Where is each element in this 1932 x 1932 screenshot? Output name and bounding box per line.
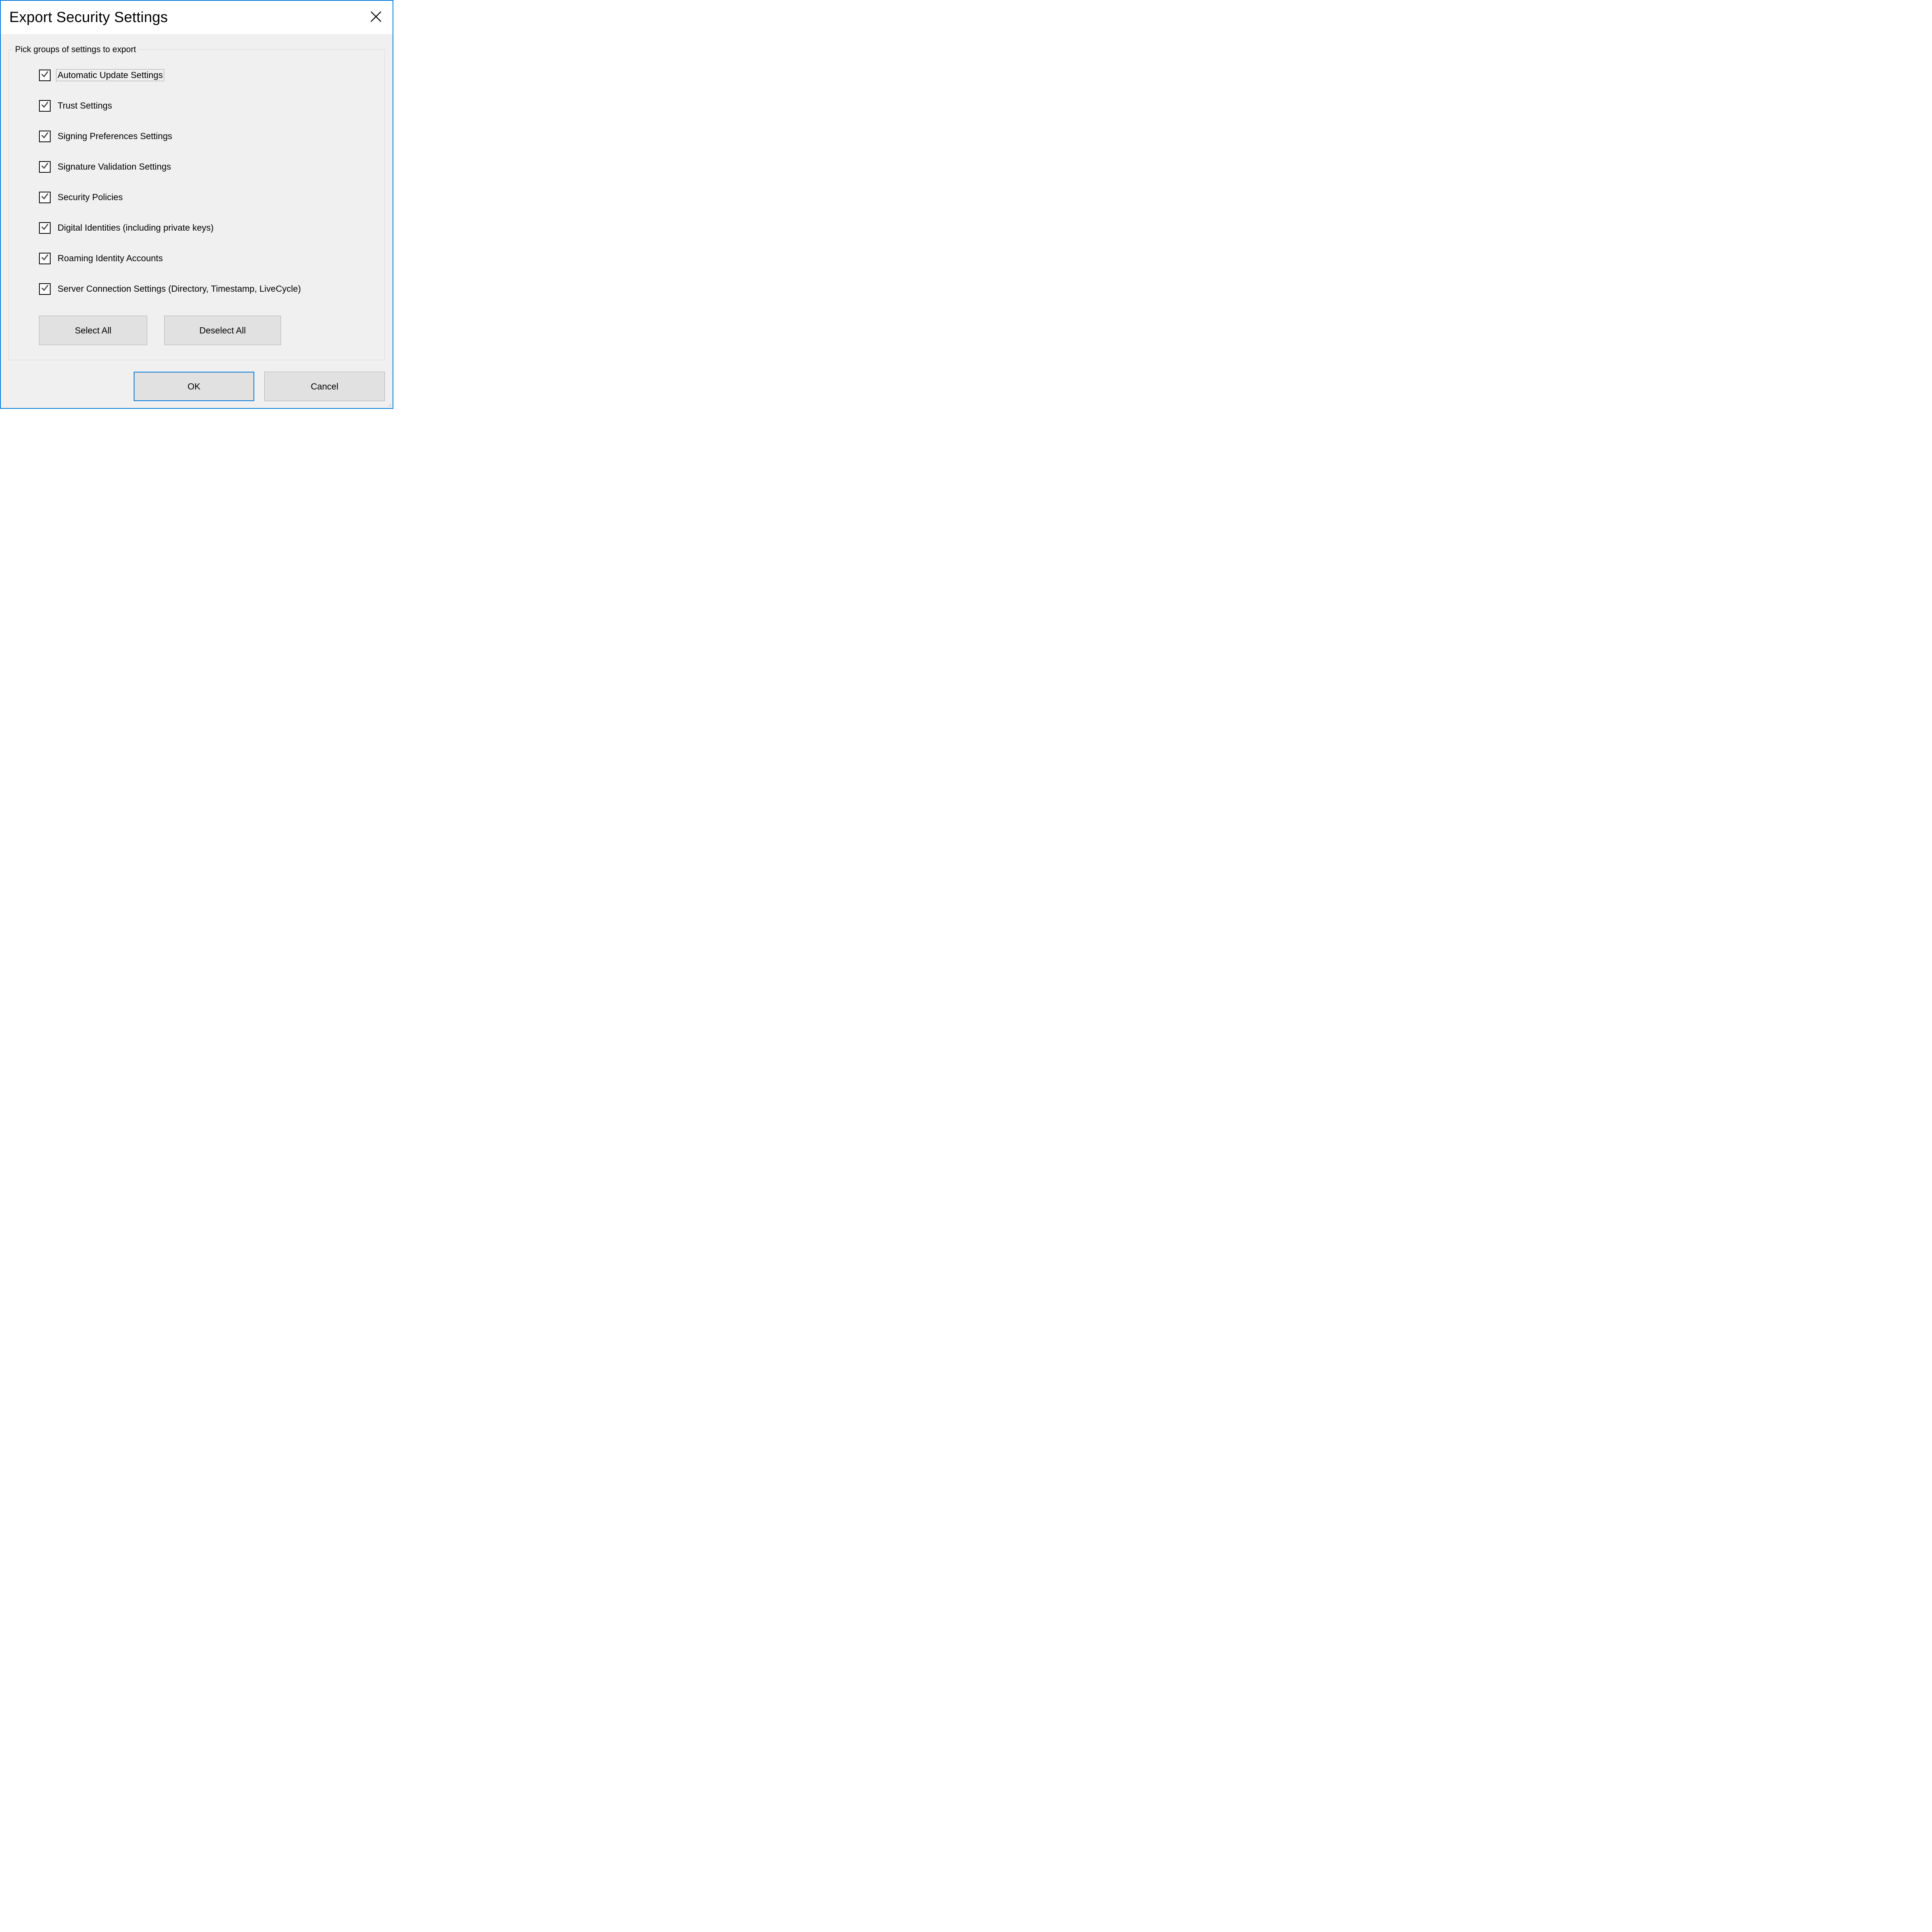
- checkbox[interactable]: [39, 253, 51, 264]
- option-label[interactable]: Digital Identities (including private ke…: [56, 222, 215, 234]
- dialog-button-row: OK Cancel: [9, 372, 385, 401]
- ok-button[interactable]: OK: [134, 372, 254, 401]
- dialog-content: Pick groups of settings to export Automa…: [1, 34, 393, 408]
- select-buttons-row: Select All Deselect All: [39, 316, 369, 345]
- option-label[interactable]: Roaming Identity Accounts: [56, 252, 164, 264]
- checkmark-icon: [41, 192, 49, 202]
- checkbox[interactable]: [39, 222, 51, 234]
- option-row: Roaming Identity Accounts: [39, 252, 369, 264]
- options-list: Automatic Update Settings Trust Settings S…: [39, 69, 369, 295]
- checkbox[interactable]: [39, 192, 51, 203]
- checkbox[interactable]: [39, 70, 51, 81]
- option-label[interactable]: Server Connection Settings (Directory, T…: [56, 283, 303, 295]
- checkbox[interactable]: [39, 161, 51, 173]
- option-label[interactable]: Signing Preferences Settings: [56, 130, 174, 142]
- checkbox[interactable]: [39, 100, 51, 112]
- option-label[interactable]: Security Policies: [56, 191, 124, 203]
- groupbox-legend: Pick groups of settings to export: [13, 44, 138, 54]
- checkmark-icon: [41, 131, 49, 141]
- settings-groupbox: Pick groups of settings to export Automa…: [9, 49, 385, 360]
- option-row: Automatic Update Settings: [39, 69, 369, 81]
- option-row: Signing Preferences Settings: [39, 130, 369, 142]
- option-row: Signature Validation Settings: [39, 161, 369, 173]
- option-row: Server Connection Settings (Directory, T…: [39, 283, 369, 295]
- checkmark-icon: [41, 70, 49, 80]
- option-row: Security Policies: [39, 191, 369, 203]
- close-icon: [370, 10, 382, 25]
- resize-grip-icon[interactable]: [387, 403, 391, 406]
- option-row: Trust Settings: [39, 100, 369, 112]
- checkbox[interactable]: [39, 131, 51, 142]
- cancel-button[interactable]: Cancel: [264, 372, 385, 401]
- checkmark-icon: [41, 223, 49, 233]
- checkmark-icon: [41, 100, 49, 111]
- option-label[interactable]: Signature Validation Settings: [56, 161, 173, 173]
- close-button[interactable]: [367, 9, 385, 26]
- option-label[interactable]: Trust Settings: [56, 100, 114, 112]
- export-security-settings-dialog: Export Security Settings Pick groups of …: [0, 0, 393, 409]
- select-all-button[interactable]: Select All: [39, 316, 147, 345]
- titlebar: Export Security Settings: [1, 1, 393, 34]
- checkmark-icon: [41, 284, 49, 294]
- checkmark-icon: [41, 162, 49, 172]
- option-row: Digital Identities (including private ke…: [39, 222, 369, 234]
- checkmark-icon: [41, 253, 49, 264]
- option-label[interactable]: Automatic Update Settings: [56, 69, 164, 81]
- deselect-all-button[interactable]: Deselect All: [164, 316, 281, 345]
- checkbox[interactable]: [39, 283, 51, 295]
- window-title: Export Security Settings: [9, 9, 168, 26]
